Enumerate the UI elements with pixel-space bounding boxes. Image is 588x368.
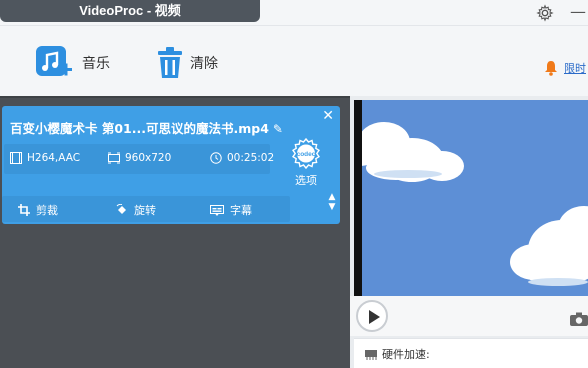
resolution-text: 960x720: [125, 152, 172, 164]
chip-icon: [365, 349, 377, 360]
codec-option-label: 选项: [295, 174, 317, 187]
minimize-icon[interactable]: —: [570, 3, 588, 21]
video-filename[interactable]: 百变小樱魔术卡 第01...可思议的魔法书.mp4 ✎: [10, 118, 283, 137]
promo-alert[interactable]: 限时: [544, 60, 586, 76]
film-icon: [10, 152, 22, 164]
subtitle-icon: [210, 204, 224, 216]
codec-text: H264,AAC: [27, 152, 81, 164]
bell-icon: [545, 61, 557, 76]
trash-icon: [158, 47, 182, 78]
codec-icon-text: codec: [297, 151, 316, 158]
add-music-label: 音乐: [82, 56, 110, 72]
camera-icon[interactable]: [570, 312, 588, 326]
crop-label: 剪裁: [36, 204, 58, 217]
toolbar: 音乐 清除 限时: [0, 26, 588, 96]
clear-button[interactable]: 清除: [156, 46, 218, 80]
crop-icon: [18, 204, 30, 216]
codec-icon: codec: [292, 138, 320, 170]
codec-option-button[interactable]: codec 选项: [286, 134, 326, 188]
subtitle-button[interactable]: 字幕: [210, 202, 252, 218]
clear-label: 清除: [190, 56, 218, 72]
duration-text: 00:25:02: [227, 152, 275, 164]
preview-frame: [362, 100, 588, 296]
reorder-arrows-icon[interactable]: ▲ ▼: [326, 192, 338, 214]
clock-icon: [210, 152, 222, 164]
video-preview[interactable]: [354, 100, 588, 296]
clouds-image: [362, 122, 588, 286]
promo-link[interactable]: 限时: [564, 60, 586, 76]
video-card[interactable]: ✕ 百变小樱魔术卡 第01...可思议的魔法书.mp4 ✎ H264,AAC 9…: [2, 106, 340, 224]
rotate-label: 旋转: [134, 204, 156, 217]
video-list-pane: ✕ 百变小樱魔术卡 第01...可思议的魔法书.mp4 ✎ H264,AAC 9…: [0, 96, 350, 368]
edit-actions-row: 剪裁 旋转 字幕: [2, 196, 290, 222]
subtitle-label: 字幕: [230, 204, 252, 217]
rotate-icon: [116, 204, 126, 214]
resolution-info: 960x720: [108, 152, 171, 164]
title-bar: VideoProc - 视频 —: [0, 0, 588, 26]
crop-button[interactable]: 剪裁: [18, 202, 58, 218]
hardware-accel-label: 硬件加速:: [382, 347, 430, 361]
app-window: VideoProc - 视频 — 音乐 清除 限时 ✕ 百变小樱魔术卡 第01.…: [0, 0, 588, 368]
pencil-icon[interactable]: ✎: [273, 122, 283, 136]
filename-text: 百变小樱魔术卡 第01...可思议的魔法书.mp4: [10, 121, 269, 136]
rotate-button[interactable]: 旋转: [116, 202, 156, 218]
resolution-icon: [108, 152, 120, 164]
duration-info: 00:25:02: [210, 152, 274, 164]
playback-controls: [350, 296, 588, 336]
play-button[interactable]: [356, 300, 388, 332]
add-music-button[interactable]: 音乐: [36, 46, 110, 80]
music-add-icon: [36, 46, 72, 76]
gear-icon[interactable]: [536, 4, 554, 22]
window-title: VideoProc - 视频: [0, 0, 260, 22]
hardware-accel-row: 硬件加速:: [354, 338, 588, 368]
codec-info: H264,AAC: [10, 152, 80, 164]
video-info-row: H264,AAC 960x720 00:25:02: [4, 144, 274, 174]
close-icon[interactable]: ✕: [322, 108, 334, 124]
preview-pane: 硬件加速:: [350, 96, 588, 368]
